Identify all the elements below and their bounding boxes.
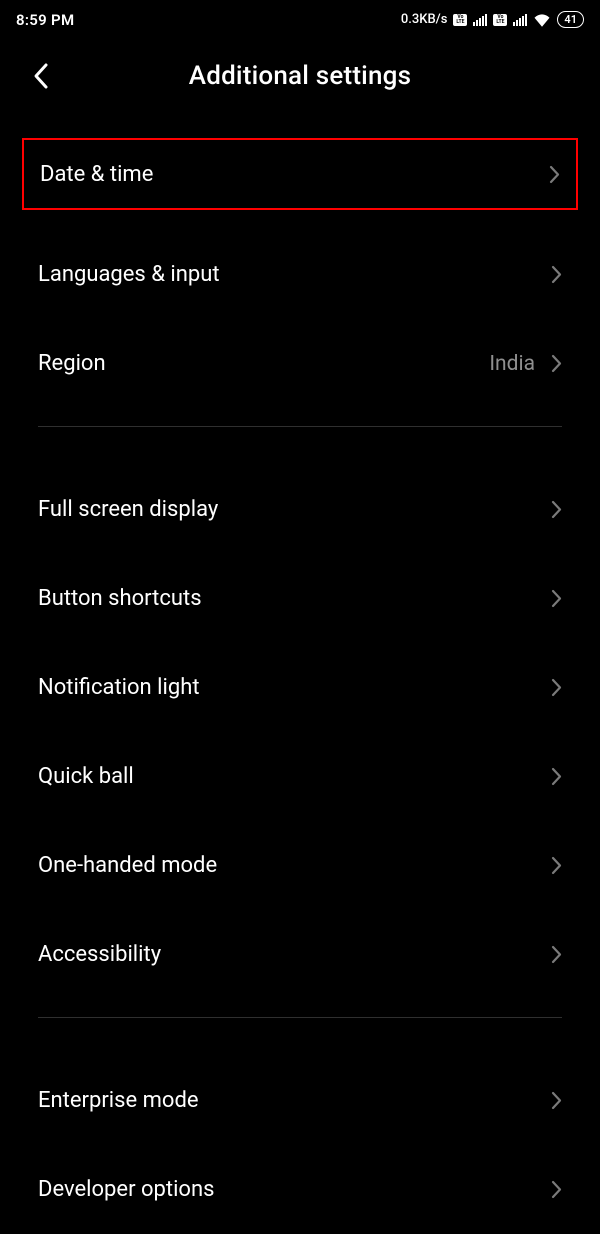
- chevron-right-icon: [551, 500, 562, 519]
- settings-list: Date & time Languages & input Region Ind…: [0, 116, 600, 1234]
- wifi-icon: [533, 13, 551, 27]
- chevron-right-icon: [551, 945, 562, 964]
- chevron-right-icon: [549, 165, 560, 184]
- chevron-right-icon: [551, 767, 562, 786]
- chevron-right-icon: [551, 354, 562, 373]
- row-shortcuts-label: Button shortcuts: [38, 586, 202, 611]
- row-fullscreen[interactable]: Full screen display: [0, 465, 600, 554]
- section-divider: [38, 1017, 562, 1018]
- row-accessibility[interactable]: Accessibility: [0, 910, 600, 999]
- row-quick-ball-label: Quick ball: [38, 764, 134, 789]
- chevron-right-icon: [551, 856, 562, 875]
- row-region-value: India: [489, 352, 535, 376]
- chevron-right-icon: [551, 1091, 562, 1110]
- row-developer[interactable]: Developer options: [0, 1145, 600, 1234]
- chevron-right-icon: [551, 678, 562, 697]
- row-shortcuts[interactable]: Button shortcuts: [0, 554, 600, 643]
- row-accessibility-label: Accessibility: [38, 942, 161, 967]
- row-languages-label: Languages & input: [38, 262, 220, 287]
- row-enterprise-label: Enterprise mode: [38, 1088, 199, 1113]
- signal-icon-sim1: [473, 14, 487, 26]
- row-quick-ball[interactable]: Quick ball: [0, 732, 600, 821]
- status-bar: 8:59 PM 0.3KB/s VoLTE VoLTE 41: [0, 0, 600, 36]
- row-date-time[interactable]: Date & time: [22, 138, 578, 210]
- signal-icon-sim2: [513, 14, 527, 26]
- status-right: 0.3KB/s VoLTE VoLTE 41: [401, 11, 584, 28]
- battery-icon: 41: [557, 11, 584, 28]
- back-button[interactable]: [24, 59, 58, 93]
- volte-icon-2: VoLTE: [493, 14, 507, 26]
- row-developer-label: Developer options: [38, 1177, 214, 1202]
- row-one-handed[interactable]: One-handed mode: [0, 821, 600, 910]
- row-date-time-label: Date & time: [40, 162, 153, 187]
- chevron-right-icon: [551, 1180, 562, 1199]
- section-divider: [38, 426, 562, 427]
- page-title: Additional settings: [189, 61, 411, 91]
- row-fullscreen-label: Full screen display: [38, 497, 218, 522]
- row-region[interactable]: Region India: [0, 319, 600, 408]
- status-time: 8:59 PM: [16, 11, 74, 29]
- row-enterprise[interactable]: Enterprise mode: [0, 1056, 600, 1145]
- row-languages[interactable]: Languages & input: [0, 230, 600, 319]
- row-region-label: Region: [38, 351, 106, 376]
- chevron-right-icon: [551, 589, 562, 608]
- row-notification-light-label: Notification light: [38, 675, 200, 700]
- network-speed: 0.3KB/s: [401, 12, 448, 27]
- row-one-handed-label: One-handed mode: [38, 853, 217, 878]
- volte-icon: VoLTE: [453, 14, 467, 26]
- row-notification-light[interactable]: Notification light: [0, 643, 600, 732]
- chevron-left-icon: [32, 61, 50, 91]
- header: Additional settings: [0, 36, 600, 116]
- chevron-right-icon: [551, 265, 562, 284]
